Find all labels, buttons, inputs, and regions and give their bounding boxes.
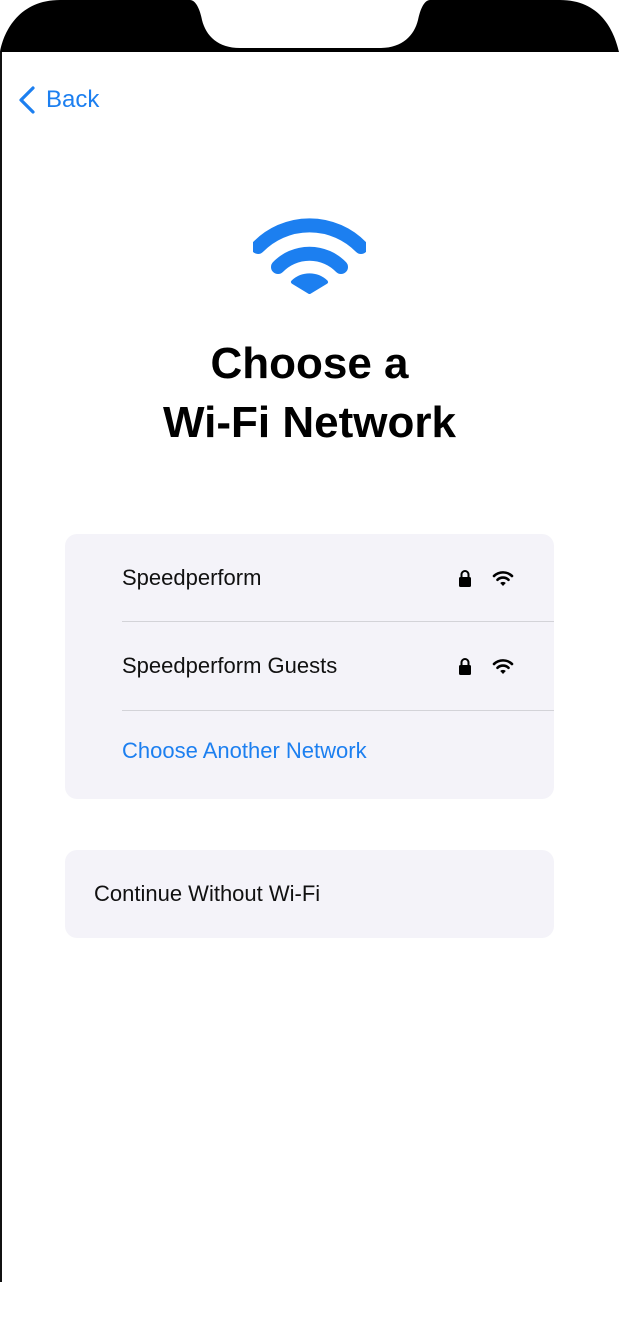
network-row-speedperform-guests[interactable]: Speedperform Guests	[122, 622, 554, 710]
wifi-signal-icon	[492, 570, 514, 586]
network-name: Speedperform Guests	[122, 653, 338, 678]
row-divider	[122, 710, 554, 711]
continue-without-wifi-label: Continue Without Wi-Fi	[94, 881, 321, 906]
phone-frame-edge	[0, 52, 2, 1282]
phone-frame-top	[0, 0, 619, 52]
network-name: Speedperform	[122, 565, 262, 590]
wifi-signal-icon	[492, 658, 514, 674]
wifi-setup-screen: Back Choose a Wi-Fi Network Speedperform	[0, 0, 619, 1340]
back-label: Back	[46, 86, 100, 113]
lock-icon	[459, 570, 471, 587]
page-title: Choose a Wi-Fi Network	[0, 334, 619, 452]
title-line-1: Choose a	[210, 339, 409, 388]
chevron-left-icon	[19, 86, 35, 114]
choose-another-network-button[interactable]: Choose Another Network	[122, 738, 367, 764]
continue-without-wifi-button[interactable]: Continue Without Wi-Fi	[65, 850, 554, 938]
title-line-2: Wi-Fi Network	[163, 398, 456, 447]
lock-icon	[459, 658, 471, 675]
wifi-icon	[253, 218, 366, 294]
networks-list: Speedperform Speedperform Guests Choose …	[65, 534, 554, 799]
back-button[interactable]: Back	[18, 84, 99, 116]
network-row-speedperform[interactable]: Speedperform	[122, 534, 554, 622]
